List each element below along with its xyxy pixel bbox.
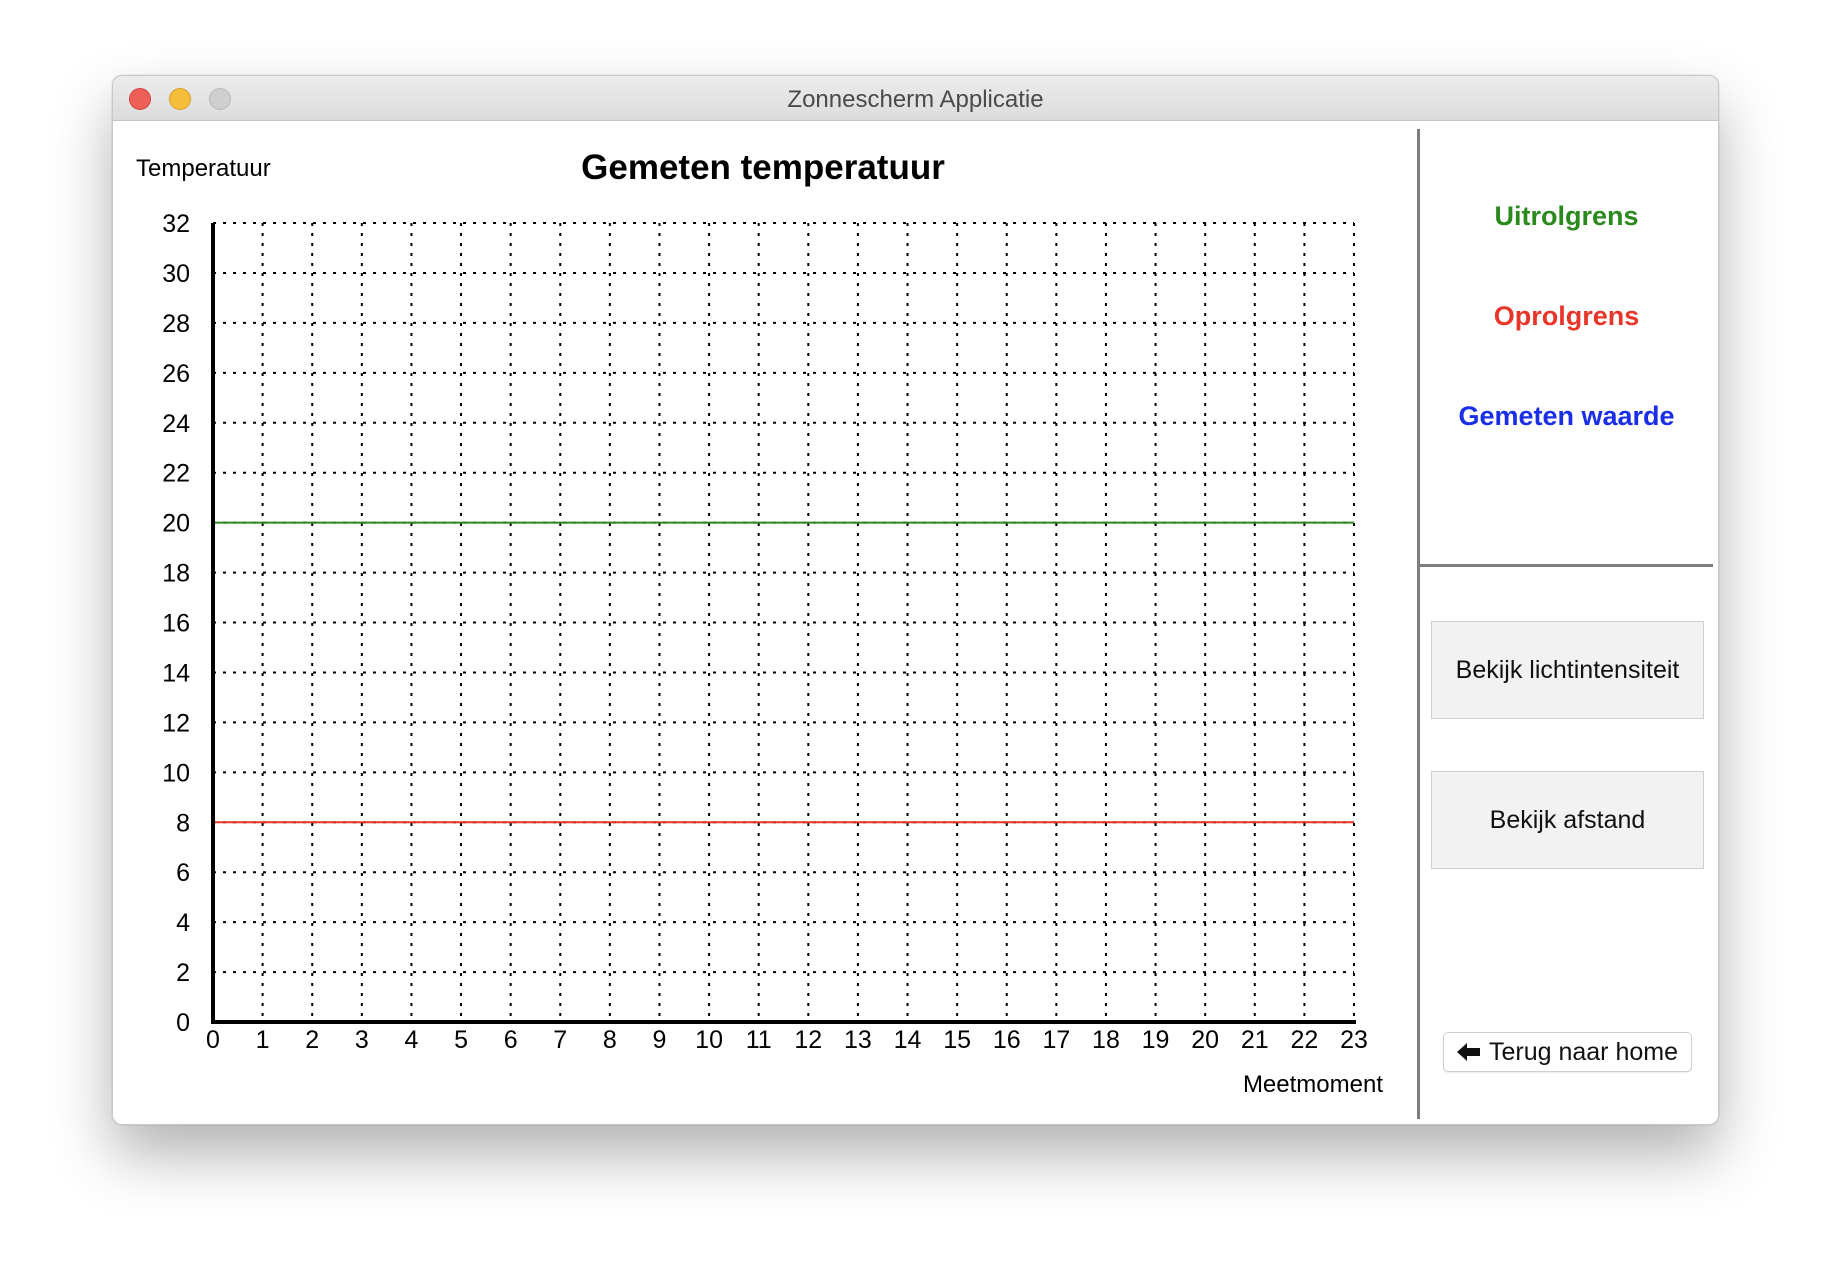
x-tick-label: 22 (1290, 1026, 1318, 1054)
y-tick-label: 0 (176, 1009, 190, 1037)
main-content: 0 2 4 6 8 10 12 14 16 18 20 22 24 26 28 30 32 0 1 2 3 4 5 6 7 8 9 1… (113, 121, 1718, 1124)
legend-uitrolgrens: Uitrolgrens (1494, 201, 1639, 231)
x-tick-label: 9 (653, 1026, 667, 1054)
x-tick-label: 7 (553, 1026, 567, 1054)
window-title: Zonnescherm Applicatie (787, 86, 1044, 113)
x-tick-label: 19 (1142, 1026, 1170, 1054)
y-tick-label: 4 (176, 909, 190, 937)
y-axis-label: Temperatuur (136, 155, 271, 182)
x-tick-label: 11 (746, 1026, 772, 1054)
x-tick-label: 16 (993, 1026, 1021, 1054)
y-tick-label: 20 (162, 510, 190, 538)
y-tick-label: 28 (162, 310, 190, 338)
x-tick-label: 6 (504, 1026, 518, 1054)
x-tick-label: 23 (1340, 1026, 1368, 1054)
y-tick-label: 32 (162, 210, 190, 238)
view-distance-button[interactable]: Bekijk afstand (1431, 771, 1704, 869)
y-tick-label: 12 (162, 709, 190, 737)
x-tick-label: 17 (1042, 1026, 1070, 1054)
x-tick-label: 21 (1241, 1026, 1269, 1054)
x-tick-label: 13 (844, 1026, 872, 1054)
y-tick-label: 16 (162, 610, 190, 638)
title-bar: Zonnescherm Applicatie (113, 76, 1718, 121)
vertical-divider (1417, 129, 1420, 1119)
x-tick-label: 8 (603, 1026, 617, 1054)
arrow-left-icon (1456, 1043, 1480, 1061)
x-tick-label: 0 (206, 1026, 220, 1054)
y-tick-label: 10 (162, 759, 190, 787)
horizontal-divider (1420, 564, 1713, 567)
y-tick-label: 2 (176, 959, 190, 987)
y-tick-label: 22 (162, 460, 190, 488)
temperature-chart: 024681012141618202224262830320 1 2 3 4 5 6 7 8 9 1… (136, 148, 1383, 1098)
chart-title: Gemeten temperatuur (581, 148, 945, 187)
back-to-home-label: Terug naar home (1488, 1037, 1678, 1066)
legend-oprolgrens: Oprolgrens (1493, 301, 1640, 331)
y-tick-label: 24 (162, 410, 190, 438)
legend-gemeten-waarde: Gemeten waarde (1458, 401, 1675, 431)
x-tick-label: 2 (305, 1026, 319, 1054)
x-axis-label: Meetmoment (1243, 1071, 1383, 1098)
y-tick-label: 26 (162, 360, 190, 388)
x-tick-label: 12 (794, 1026, 822, 1054)
back-to-home-button[interactable]: Terug naar home (1443, 1032, 1692, 1072)
x-tick-label: 10 (695, 1026, 723, 1054)
x-tick-label: 20 (1191, 1026, 1219, 1054)
y-tick-label: 6 (176, 859, 190, 887)
x-tick-label: 14 (894, 1026, 922, 1054)
x-tick-label: 1 (256, 1026, 270, 1054)
y-tick-label: 18 (162, 560, 190, 588)
app-window: Zonnescherm Applicatie 0 2 4 6 8 10 12 14 16 18 20… (112, 75, 1719, 1125)
y-tick-label: 30 (162, 260, 190, 288)
y-tick-label: 14 (162, 659, 190, 687)
x-tick-label: 18 (1092, 1026, 1120, 1054)
x-tick-label: 4 (404, 1026, 418, 1054)
x-tick-label: 15 (943, 1026, 971, 1054)
x-tick-label: 5 (454, 1026, 468, 1054)
y-tick-label: 8 (176, 809, 190, 837)
x-tick-label: 3 (355, 1026, 369, 1054)
view-light-intensity-button[interactable]: Bekijk lichtintensiteit (1431, 621, 1704, 719)
